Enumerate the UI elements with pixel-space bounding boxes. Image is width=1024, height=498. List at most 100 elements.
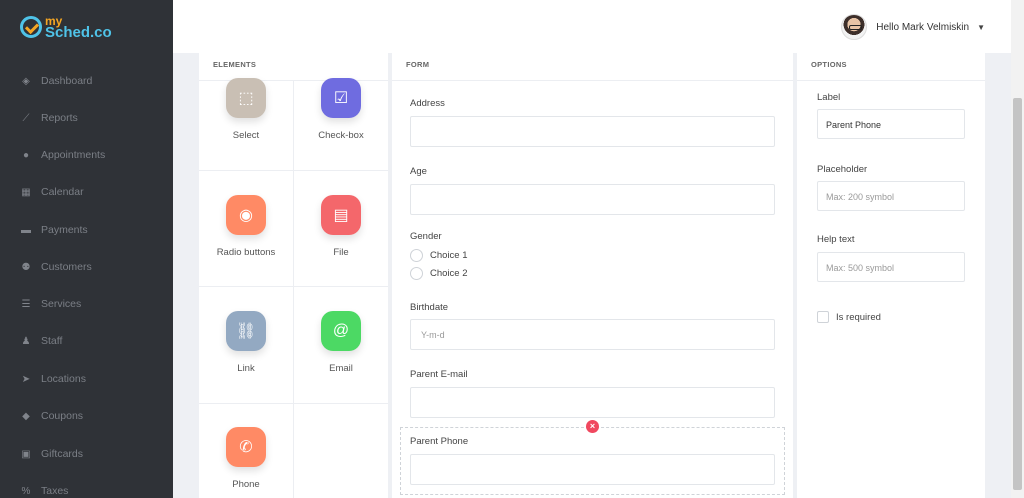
choice-label: Choice 2 <box>430 268 468 279</box>
sidebar-item-appointments[interactable]: ● Appointments <box>20 145 105 165</box>
select-icon: ⬚ <box>226 78 266 118</box>
address-field[interactable] <box>410 116 775 147</box>
sidebar-item-label: Payments <box>41 224 88 236</box>
remove-field-icon[interactable]: × <box>586 420 599 433</box>
radio-icon: ◉ <box>226 195 266 235</box>
radio-button[interactable] <box>410 267 423 280</box>
checkbox-icon: ☑ <box>321 78 361 118</box>
is-required-checkbox[interactable]: Is required <box>817 311 881 323</box>
option-help-text-field[interactable]: Max: 500 symbol <box>817 252 965 282</box>
user-icon: ♟ <box>21 335 31 347</box>
element-label: Phone <box>232 479 260 490</box>
option-help-text-label: Help text <box>817 234 855 245</box>
wallet-icon: ▬ <box>21 224 31 236</box>
divider <box>199 286 388 287</box>
percent-icon: % <box>21 485 31 497</box>
sidebar-item-label: Calendar <box>41 186 84 198</box>
at-icon: @ <box>321 311 361 351</box>
element-label: Radio buttons <box>216 247 276 258</box>
logo-text-main: Sched.co <box>45 24 112 41</box>
element-select[interactable]: ⬚ Select <box>199 78 293 141</box>
parent-email-label: Parent E-mail <box>410 369 468 380</box>
elements-panel: ELEMENTS ⬚ Select ☑ Check-box ◉ Radio bu… <box>199 53 388 498</box>
gift-icon: ▣ <box>21 448 31 460</box>
sidebar-item-giftcards[interactable]: ▣ Giftcards <box>20 444 83 464</box>
sidebar-item-label: Dashboard <box>41 75 93 87</box>
sidebar-item-services[interactable]: ☰ Services <box>20 294 82 314</box>
sidebar-item-label: Reports <box>41 112 78 124</box>
element-label: File <box>333 247 349 258</box>
sidebar: my Sched.co ◈ Dashboard ⟋ Reports ● Appo… <box>0 0 173 498</box>
divider <box>293 81 294 498</box>
chart-icon: ⟋ <box>22 112 30 124</box>
sidebar-item-label: Locations <box>41 373 86 385</box>
parent-phone-label: Parent Phone <box>410 436 469 447</box>
user-menu[interactable]: Hello Mark Velmiskin ▼ <box>841 12 985 42</box>
sidebar-item-payments[interactable]: ▬ Payments <box>20 220 88 240</box>
scrollbar-thumb[interactable] <box>1013 98 1022 490</box>
logo[interactable]: my Sched.co <box>20 10 112 44</box>
sidebar-item-taxes[interactable]: % Taxes <box>20 481 69 498</box>
options-panel: OPTIONS Label Parent Phone Placeholder M… <box>797 53 985 498</box>
option-label-field[interactable]: Parent Phone <box>817 109 965 139</box>
dashboard-icon: ◈ <box>22 75 30 87</box>
element-link[interactable]: ⛓ Link <box>199 311 293 374</box>
sidebar-item-customers[interactable]: ⚉ Customers <box>20 257 92 277</box>
is-required-label: Is required <box>836 311 881 323</box>
element-radio-buttons[interactable]: ◉ Radio buttons <box>199 195 293 258</box>
tag-icon: ◆ <box>22 410 30 422</box>
gender-label: Gender <box>410 231 442 242</box>
file-icon: ▤ <box>321 195 361 235</box>
clock-icon: ● <box>22 149 30 161</box>
choice-label: Choice 1 <box>430 250 468 261</box>
element-email[interactable]: @ Email <box>294 311 388 374</box>
sidebar-item-label: Staff <box>41 335 63 347</box>
sidebar-item-label: Giftcards <box>41 448 84 460</box>
form-panel-title: FORM <box>392 53 793 81</box>
sidebar-item-label: Services <box>41 298 82 310</box>
option-placeholder-field[interactable]: Max: 200 symbol <box>817 181 965 211</box>
checkbox[interactable] <box>817 311 829 323</box>
option-placeholder-label: Placeholder <box>817 164 868 175</box>
sidebar-item-dashboard[interactable]: ◈ Dashboard <box>20 71 92 91</box>
element-phone[interactable]: ✆ Phone <box>199 427 293 490</box>
element-label: Email <box>329 363 353 374</box>
avatar[interactable] <box>841 14 868 40</box>
birthdate-label: Birthdate <box>410 302 449 313</box>
address-label: Address <box>410 98 445 109</box>
form-panel: FORM Address Age Gender Choice 1 Choice … <box>392 53 793 498</box>
radio-button[interactable] <box>410 249 423 262</box>
divider <box>199 170 388 171</box>
sidebar-item-label: Appointments <box>41 149 106 161</box>
parent-phone-field[interactable] <box>410 454 775 485</box>
birthdate-field[interactable]: Y-m-d <box>410 319 775 350</box>
age-field[interactable] <box>410 184 775 215</box>
logo-check-icon <box>20 16 42 38</box>
element-label: Check-box <box>318 130 364 141</box>
gender-choice-1[interactable]: Choice 1 <box>410 249 468 262</box>
sidebar-item-label: Customers <box>41 261 92 273</box>
sidebar-item-reports[interactable]: ⟋ Reports <box>20 108 78 128</box>
element-label: Link <box>237 363 255 374</box>
element-file[interactable]: ▤ File <box>294 195 388 258</box>
phone-icon: ✆ <box>226 427 266 467</box>
sidebar-item-staff[interactable]: ♟ Staff <box>20 331 63 351</box>
sidebar-item-label: Taxes <box>41 485 69 497</box>
sidebar-item-label: Coupons <box>41 410 84 422</box>
sidebar-item-locations[interactable]: ➤ Locations <box>20 369 86 389</box>
element-checkbox[interactable]: ☑ Check-box <box>294 78 388 141</box>
element-label: Select <box>232 130 260 141</box>
link-icon: ⛓ <box>226 311 266 351</box>
sidebar-item-calendar[interactable]: ▦ Calendar <box>20 182 84 202</box>
sidebar-item-coupons[interactable]: ◆ Coupons <box>20 406 83 426</box>
users-icon: ⚉ <box>21 261 31 273</box>
options-panel-title: OPTIONS <box>797 53 985 81</box>
divider <box>199 403 388 404</box>
user-greeting[interactable]: Hello Mark Velmiskin <box>876 22 969 33</box>
calendar-icon: ▦ <box>21 186 31 198</box>
list-icon: ☰ <box>21 298 31 310</box>
parent-email-field[interactable] <box>410 387 775 418</box>
chevron-down-icon[interactable]: ▼ <box>977 23 985 32</box>
location-arrow-icon: ➤ <box>21 373 31 385</box>
gender-choice-2[interactable]: Choice 2 <box>410 267 468 280</box>
